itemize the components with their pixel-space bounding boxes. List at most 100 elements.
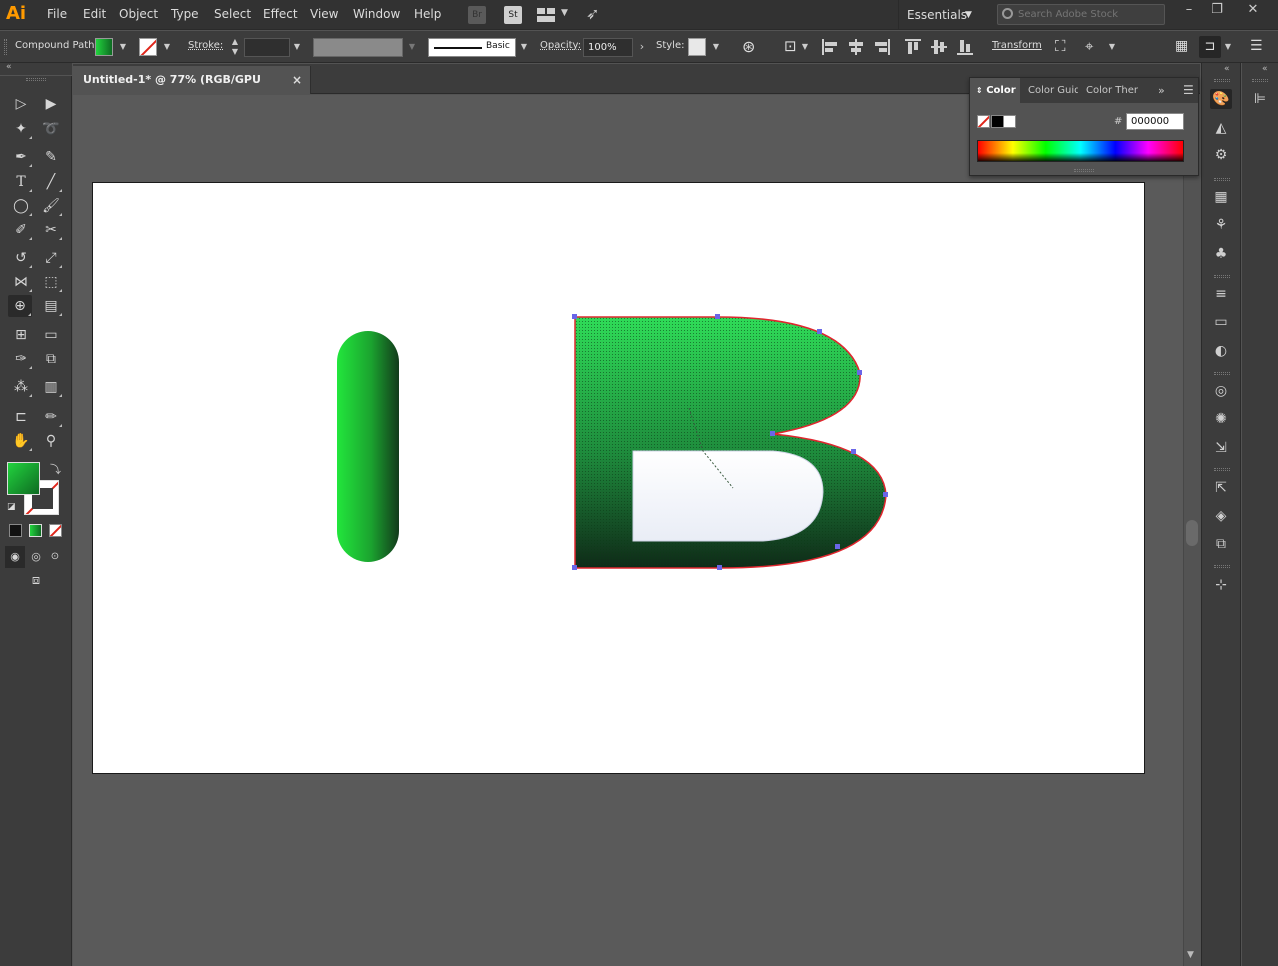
chevron-down-icon[interactable]: ▼ xyxy=(290,38,304,56)
tab-color-guide[interactable]: Color Guid xyxy=(1022,78,1078,103)
symbol-sprayer-tool-icon[interactable]: ⁂ xyxy=(9,376,33,398)
gradient-tool-icon[interactable]: ▭ xyxy=(39,324,63,346)
line-segment-tool-icon[interactable]: ╱ xyxy=(39,171,63,193)
asset-export-icon[interactable]: ⇲ xyxy=(1210,438,1232,458)
artboard-tool-icon[interactable]: ⊏ xyxy=(9,406,33,428)
toolbar-collapse-strip[interactable]: « xyxy=(0,62,72,75)
chevron-down-icon[interactable]: ▼ xyxy=(709,38,723,56)
chevron-down-icon[interactable]: ▼ xyxy=(116,38,130,56)
symbols-icon[interactable]: ♣ xyxy=(1210,244,1232,264)
draw-behind-icon[interactable]: ◎ xyxy=(26,546,46,568)
none-swatch[interactable] xyxy=(977,115,990,128)
chevron-down-icon[interactable]: ▼ xyxy=(1105,38,1119,56)
stroke-label[interactable]: Stroke: xyxy=(188,40,223,51)
chevron-down-icon[interactable]: ▼ xyxy=(517,38,531,56)
arrange-documents-icon[interactable] xyxy=(537,8,555,22)
export-icon[interactable]: ⇱ xyxy=(1210,478,1232,498)
menu-type[interactable]: Type xyxy=(171,7,199,21)
restore-button[interactable]: ❐ xyxy=(1202,0,1232,22)
width-tool-icon[interactable]: ⋈ xyxy=(9,271,33,293)
scale-tool-icon[interactable]: ⤢ xyxy=(39,247,63,269)
opacity-label[interactable]: Opacity: xyxy=(540,40,581,51)
gpu-performance-icon[interactable]: ➶ xyxy=(586,4,599,23)
blend-tool-icon[interactable]: ⧉ xyxy=(39,348,63,370)
color-guide-icon[interactable]: ◭ xyxy=(1210,118,1232,138)
menu-window[interactable]: Window xyxy=(353,7,400,21)
collapse-icon[interactable]: « xyxy=(1262,64,1268,74)
shaper-tool-icon[interactable]: ✐ xyxy=(9,219,33,241)
variable-width-profile[interactable] xyxy=(313,38,403,57)
selection-tool-icon[interactable]: ▷ xyxy=(9,93,33,115)
close-tab-button[interactable]: × xyxy=(292,66,302,94)
scrollbar-thumb[interactable] xyxy=(1186,520,1198,546)
graphic-style-swatch[interactable] xyxy=(688,38,706,56)
graphic-styles-icon[interactable]: ✺ xyxy=(1210,409,1232,429)
align-right-icon[interactable] xyxy=(874,39,890,55)
artboard[interactable] xyxy=(92,182,1145,774)
stock-search[interactable] xyxy=(997,4,1165,25)
minimize-button[interactable]: – xyxy=(1174,0,1204,22)
control-bar-menu-icon[interactable]: ☰ xyxy=(1250,38,1263,54)
rotate-tool-icon[interactable]: ↺ xyxy=(9,247,33,269)
layers-icon[interactable]: ◈ xyxy=(1210,506,1232,526)
artboards-icon[interactable]: ⧉ xyxy=(1210,534,1232,554)
column-graph-tool-icon[interactable]: ▥ xyxy=(39,376,63,398)
free-transform-tool-icon[interactable]: ⬚ xyxy=(39,271,63,293)
draw-normal-icon[interactable]: ◉ xyxy=(5,546,25,568)
color-mode-icon[interactable] xyxy=(9,524,22,537)
stroke-panel-icon[interactable]: ≡ xyxy=(1210,284,1232,304)
magic-wand-tool-icon[interactable]: ✦ xyxy=(9,118,33,140)
transform-link[interactable]: Transform xyxy=(992,40,1042,51)
default-fill-stroke-icon[interactable]: ◪ xyxy=(7,502,17,512)
workspace-switcher[interactable]: Essentials ▼ xyxy=(898,0,980,30)
expand-panel-icon[interactable]: » xyxy=(1158,84,1165,97)
chevron-down-icon[interactable]: ▼ xyxy=(1221,38,1235,56)
resize-grip-icon[interactable] xyxy=(1074,169,1094,172)
fill-color-box[interactable] xyxy=(7,462,40,495)
align-to-selection-icon[interactable]: ⊡ xyxy=(784,37,797,55)
ellipse-tool-icon[interactable]: ◯ xyxy=(9,195,33,217)
compound-path[interactable] xyxy=(572,314,888,570)
tab-color[interactable]: ⇕ Color xyxy=(970,78,1020,103)
scissors-tool-icon[interactable]: ✂ xyxy=(39,219,63,241)
stock-icon[interactable]: St xyxy=(504,6,522,24)
menu-file[interactable]: File xyxy=(47,7,67,21)
transparency-icon[interactable]: ◐ xyxy=(1210,341,1232,361)
type-tool-icon[interactable]: T xyxy=(9,171,33,193)
appearance-icon[interactable]: ◎ xyxy=(1210,381,1232,401)
color-panel-icon[interactable]: 🎨 xyxy=(1210,89,1232,109)
gradient-panel-icon[interactable]: ▭ xyxy=(1210,312,1232,332)
stock-search-input[interactable] xyxy=(1018,7,1158,22)
stroke-weight-field[interactable] xyxy=(244,38,290,57)
pen-tool-icon[interactable]: ✒ xyxy=(9,146,33,168)
vertical-scrollbar[interactable]: ▼ xyxy=(1183,95,1200,966)
draw-inside-icon[interactable]: ⊙ xyxy=(45,546,65,568)
screen-mode-icon[interactable]: ⧈ xyxy=(24,570,48,592)
chevron-down-icon[interactable]: ▼ xyxy=(160,38,174,56)
mesh-tool-icon[interactable]: ⊞ xyxy=(9,324,33,346)
perspective-grid-tool-icon[interactable]: ▤ xyxy=(39,295,63,317)
tab-color-themes[interactable]: Color Ther xyxy=(1080,78,1138,103)
menu-edit[interactable]: Edit xyxy=(83,7,106,21)
align-middle-icon[interactable] xyxy=(931,39,947,55)
opacity-field[interactable]: 100% xyxy=(583,38,633,57)
stroke-weight-stepper[interactable]: ▲ ▼ xyxy=(228,37,242,57)
arrange-panels-icon[interactable]: ▦ xyxy=(1175,38,1188,54)
lasso-tool-icon[interactable]: ➰ xyxy=(39,118,63,140)
menu-help[interactable]: Help xyxy=(414,7,441,21)
gradient-mode-icon[interactable] xyxy=(29,524,42,537)
document-tab[interactable]: Untitled-1* @ 77% (RGB/GPU Preview) × xyxy=(73,66,311,114)
menu-effect[interactable]: Effect xyxy=(263,7,298,21)
direct-selection-tool-icon[interactable]: ▶ xyxy=(39,93,63,115)
align-center-icon[interactable] xyxy=(848,39,864,55)
swap-fill-stroke-icon[interactable]: ⤵ xyxy=(50,461,61,477)
canvas-area[interactable] xyxy=(73,95,1183,966)
slice-tool-icon[interactable]: ✏ xyxy=(39,406,63,428)
properties-toggle-icon[interactable]: ⊐ xyxy=(1199,36,1221,58)
pill-shape[interactable] xyxy=(337,331,399,562)
menu-select[interactable]: Select xyxy=(214,7,251,21)
swatches-icon[interactable]: ▦ xyxy=(1210,187,1232,207)
bridge-icon[interactable]: Br xyxy=(468,6,486,24)
hex-input[interactable]: 000000 xyxy=(1126,113,1184,130)
zoom-tool-icon[interactable]: ⚲ xyxy=(39,430,63,452)
